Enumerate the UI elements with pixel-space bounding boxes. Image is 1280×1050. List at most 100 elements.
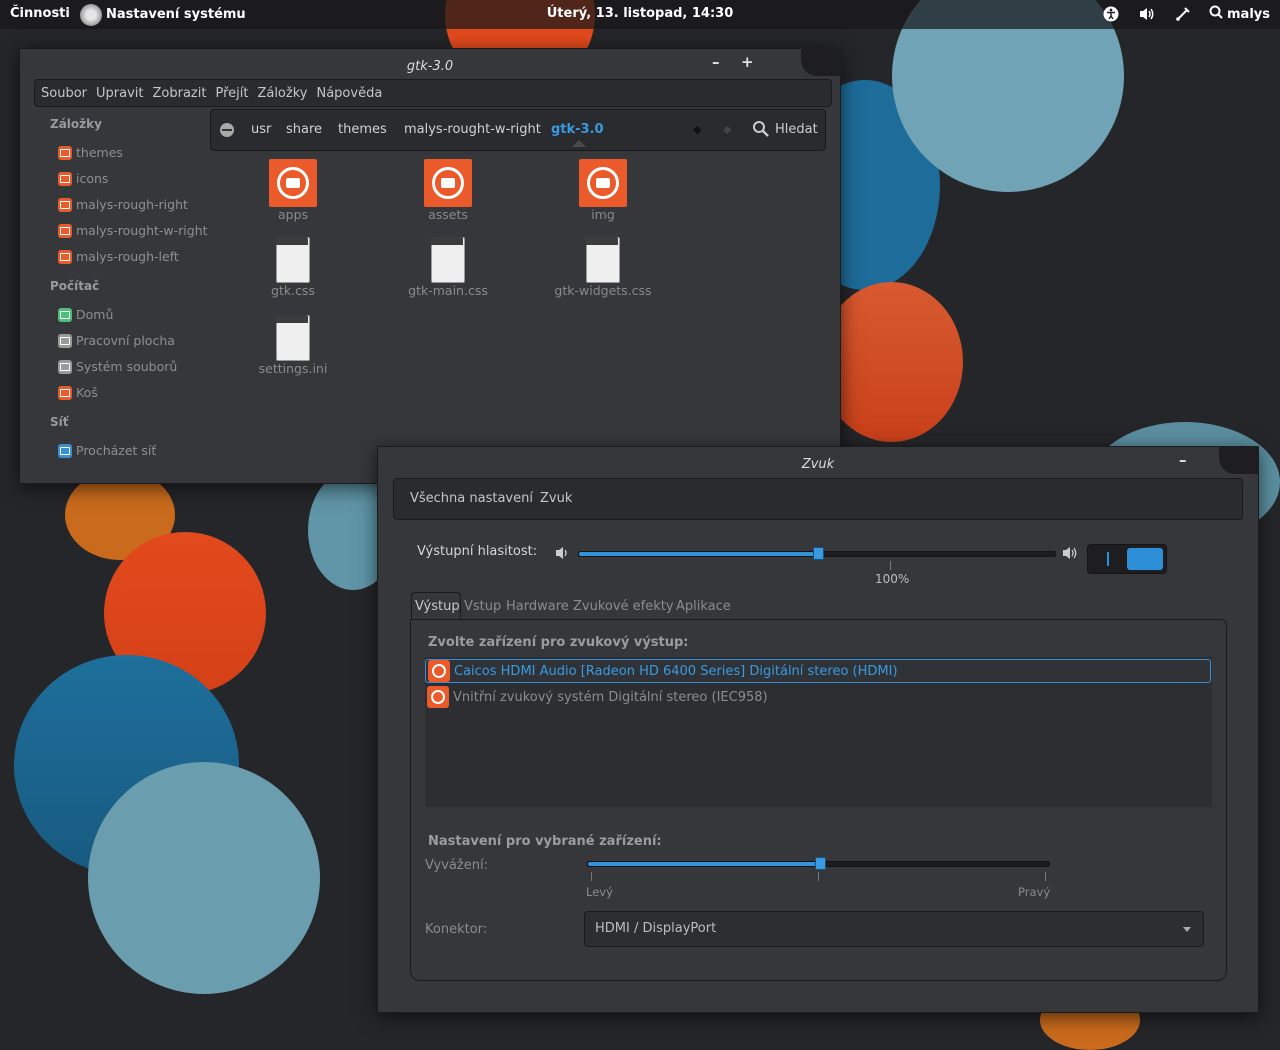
file-item-assets[interactable]: assets: [388, 159, 508, 222]
file-name: gtk-main.css: [408, 283, 488, 298]
maximize-button[interactable]: +: [741, 53, 754, 71]
titlebar[interactable]: gtk-3.0 – +: [20, 48, 841, 77]
sidebar-item-label: themes: [76, 145, 123, 160]
drive-icon: [58, 359, 72, 374]
app-menu[interactable]: Nastavení systému: [80, 0, 246, 29]
settings-section-header: Nastavení pro vybrané zařízení:: [428, 834, 662, 849]
sidebar-item-browse-network[interactable]: Procházet síť: [58, 443, 156, 458]
path-crumb-themes[interactable]: themes: [338, 122, 387, 137]
folder-icon: [58, 197, 72, 212]
chevron-down-icon: [1183, 927, 1191, 932]
tab-applications[interactable]: Aplikace: [676, 599, 731, 614]
balance-center-tick: [818, 872, 819, 881]
file-item-gtk-css[interactable]: gtk.css: [233, 237, 353, 298]
settings-gear-icon: [80, 3, 102, 26]
tab-input[interactable]: Vstup: [464, 599, 501, 614]
sidebar-item-label: malys-rough-right: [76, 197, 188, 212]
file-item-gtk-main-css[interactable]: gtk-main.css: [388, 237, 508, 298]
file-item-apps[interactable]: apps: [233, 159, 353, 222]
connector-combobox[interactable]: HDMI / DisplayPort: [584, 911, 1204, 947]
file-item-img[interactable]: img: [543, 159, 663, 222]
sidebar-item-icons[interactable]: icons: [58, 171, 108, 186]
trash-icon: [58, 385, 72, 400]
file-name: assets: [428, 207, 468, 222]
desktop-icon: [58, 333, 72, 348]
sidebar-item-label: icons: [76, 171, 109, 186]
tab-sound-effects[interactable]: Zvukové efekty: [573, 599, 674, 614]
output-volume-slider[interactable]: [578, 547, 1056, 560]
sidebar-item-label: Procházet síť: [76, 443, 157, 458]
system-tray: malys: [1101, 4, 1270, 24]
network-icon[interactable]: [1173, 4, 1193, 24]
file-item-settings-ini[interactable]: settings.ini: [233, 315, 353, 376]
volume-100-tick: [890, 561, 891, 570]
audio-card-icon: [427, 686, 449, 708]
accessibility-icon[interactable]: [1101, 4, 1121, 24]
path-crumb-share[interactable]: share: [286, 122, 322, 137]
menu-soubor[interactable]: Soubor: [41, 86, 87, 101]
volume-high-icon: [1062, 546, 1080, 564]
volume-icon[interactable]: [1137, 4, 1157, 24]
volume-low-icon: [555, 546, 571, 564]
active-crumb-marker: [572, 140, 586, 147]
window-title: Zvuk: [801, 457, 835, 472]
drive-icon[interactable]: [219, 122, 235, 142]
breadcrumb-all-settings[interactable]: Všechna nastavení: [410, 491, 533, 506]
output-volume-label: Výstupní hlasitost:: [417, 544, 538, 559]
window-corner-tab: [801, 48, 841, 76]
sidebar-item-trash[interactable]: Koš: [58, 385, 98, 400]
menu-zalozky[interactable]: Záložky: [257, 86, 307, 101]
file-item-gtk-widgets-css[interactable]: gtk-widgets.css: [543, 237, 663, 298]
file-name: apps: [277, 207, 309, 222]
minimize-button[interactable]: –: [1179, 451, 1187, 469]
file-name: img: [591, 207, 615, 222]
sidebar-header-bookmarks: Záložky: [50, 117, 102, 131]
device-name: Caicos HDMI Audio [Radeon HD 6400 Series…: [454, 663, 898, 679]
settings-breadcrumb: Všechna nastavení Zvuk: [393, 478, 1243, 520]
balance-left-label: Levý: [586, 885, 613, 899]
path-crumb-gtk-3-0[interactable]: gtk-3.0: [551, 122, 604, 137]
device-row-hdmi[interactable]: Caicos HDMI Audio [Radeon HD 6400 Series…: [425, 659, 1211, 683]
tab-hardware[interactable]: Hardware: [506, 599, 569, 614]
file-name: settings.ini: [258, 361, 328, 376]
sidebar-header-computer: Počítač: [50, 279, 100, 293]
back-arrow-icon[interactable]: ◆: [693, 123, 701, 136]
search-label[interactable]: Hledat: [775, 122, 818, 137]
breadcrumb-sound[interactable]: Zvuk: [540, 491, 572, 506]
home-icon: [58, 307, 72, 322]
slider-handle[interactable]: [815, 857, 826, 870]
activities-button[interactable]: Činnosti: [10, 6, 70, 21]
sidebar-item-malys-rought-w-right[interactable]: malys-rought-w-right: [58, 223, 208, 238]
menu-zobrazit[interactable]: Zobrazit: [152, 86, 206, 101]
sidebar-item-malys-rough-right[interactable]: malys-rough-right: [58, 197, 188, 212]
minimize-button[interactable]: –: [712, 53, 720, 71]
connector-value: HDMI / DisplayPort: [595, 921, 717, 936]
folder-icon: [424, 159, 472, 207]
slider-handle[interactable]: [813, 547, 824, 560]
mute-toggle-switch[interactable]: [1087, 544, 1167, 574]
menu-upravit[interactable]: Upravit: [96, 86, 143, 101]
forward-arrow-icon[interactable]: ◆: [723, 123, 731, 136]
balance-left-tick: [591, 872, 592, 881]
slider-fill: [579, 552, 818, 556]
search-icon[interactable]: [752, 120, 770, 142]
sidebar-item-filesystem[interactable]: Systém souborů: [58, 359, 177, 374]
path-crumb-malys-rought-w-right[interactable]: malys-rought-w-right: [404, 122, 541, 137]
user-menu[interactable]: malys: [1209, 5, 1270, 23]
menu-prejit[interactable]: Přejít: [215, 86, 248, 101]
titlebar[interactable]: Zvuk –: [378, 446, 1259, 475]
menu-napoveda[interactable]: Nápověda: [316, 86, 382, 101]
path-crumb-usr[interactable]: usr: [251, 122, 271, 137]
sidebar-item-desktop[interactable]: Pracovní plocha: [58, 333, 175, 348]
file-name: gtk.css: [271, 283, 315, 298]
device-row-iec958[interactable]: Vnitřní zvukový systém Digitální stereo …: [425, 685, 1211, 709]
balance-slider[interactable]: [587, 857, 1050, 870]
document-icon: [586, 237, 620, 283]
sidebar-item-label: malys-rough-left: [76, 249, 179, 264]
sidebar-item-themes[interactable]: themes: [58, 145, 123, 160]
balance-right-tick: [1045, 872, 1046, 881]
sidebar-item-malys-rough-left[interactable]: malys-rough-left: [58, 249, 179, 264]
sidebar-item-home[interactable]: Domů: [58, 307, 113, 322]
toggle-on-indicator: [1107, 552, 1109, 566]
tab-output[interactable]: Výstup: [415, 599, 460, 614]
